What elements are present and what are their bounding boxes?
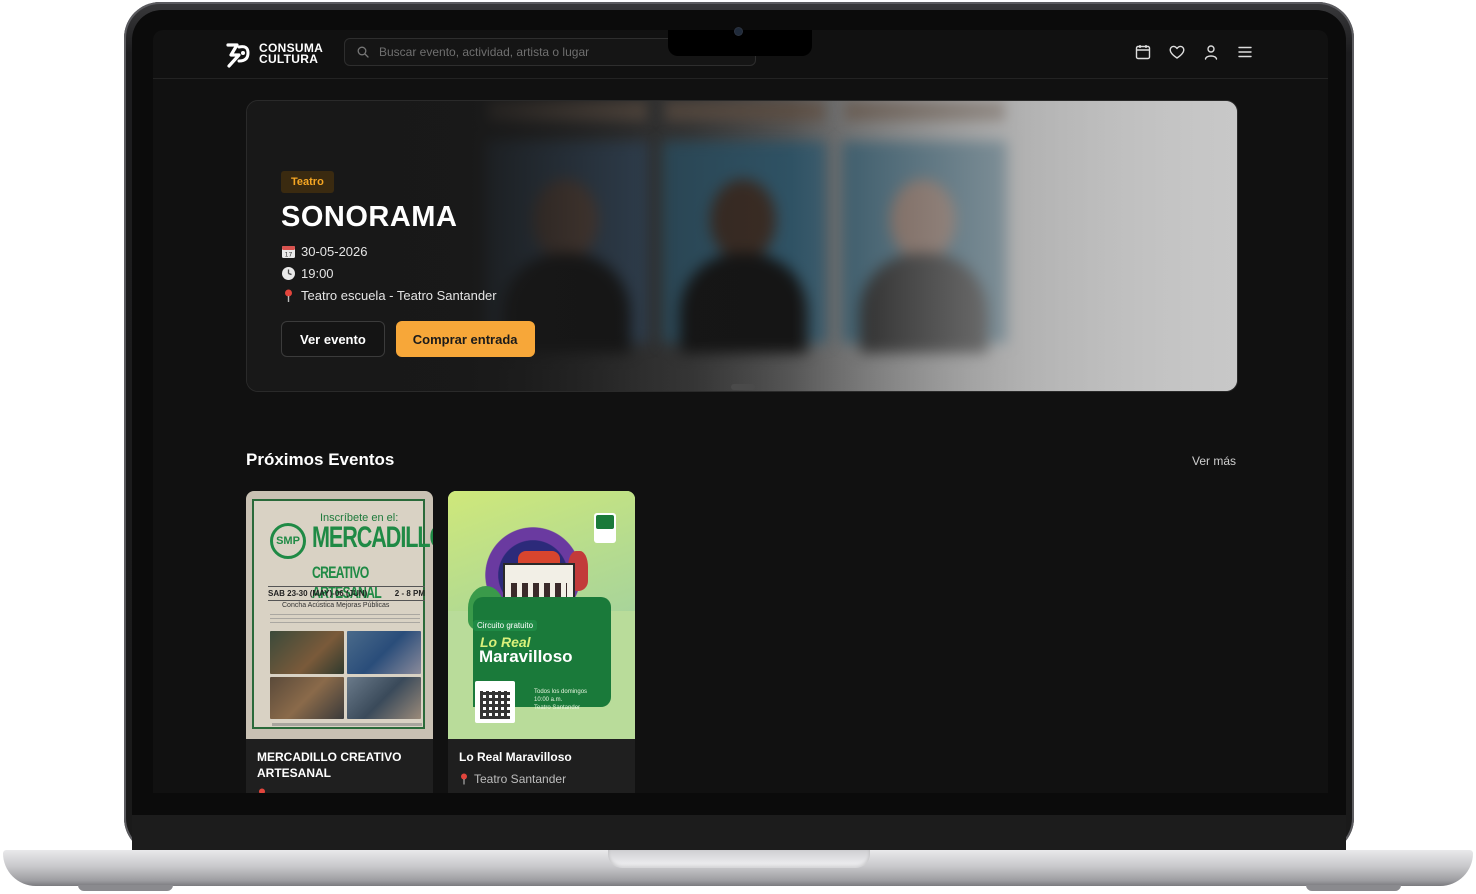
- poster-photo: [347, 631, 421, 674]
- hero-banner[interactable]: Teatro SONORAMA 17 30-05-2026 19:00 Teat…: [246, 100, 1238, 392]
- poster-photos: [270, 631, 421, 719]
- event-card[interactable]: Circuito gratuito Lo Real Maravilloso To…: [448, 491, 635, 793]
- section-title: Próximos Eventos: [246, 450, 395, 469]
- logo-line-2: CULTURA: [259, 52, 319, 66]
- header-actions: [1134, 43, 1254, 61]
- view-event-button[interactable]: Ver evento: [281, 321, 385, 357]
- pin-icon: [285, 289, 292, 302]
- poster-title-bottom: Maravilloso: [479, 647, 573, 666]
- user-icon[interactable]: [1202, 43, 1220, 61]
- logo-text: CONSUMA CULTURA: [259, 42, 323, 66]
- laptop-foot-right: [1306, 885, 1401, 891]
- event-card-title: Lo Real Maravilloso: [459, 750, 572, 764]
- poster-emblem: SMP: [270, 523, 306, 559]
- poster-info: Todos los domingos 10:00 a.m. Teatro San…: [534, 688, 587, 712]
- poster-photo: [270, 676, 344, 719]
- hero-title: SONORAMA: [281, 201, 458, 233]
- poster-photo: [270, 631, 344, 674]
- hero-date: 17 30-05-2026: [281, 244, 535, 259]
- hero-content: Teatro SONORAMA 17 30-05-2026 19:00 Teat…: [281, 171, 535, 357]
- calendar-icon[interactable]: [1134, 43, 1152, 61]
- carousel-indicator[interactable]: [731, 384, 755, 390]
- buy-ticket-button[interactable]: Comprar entrada: [395, 321, 535, 357]
- event-card-location: Teatro Santander: [459, 772, 566, 786]
- poster-chip: Circuito gratuito: [473, 620, 538, 631]
- calendar-emoji-icon: 17: [282, 246, 295, 259]
- poster-footer: [272, 723, 422, 726]
- event-poster: Circuito gratuito Lo Real Maravilloso To…: [448, 491, 635, 739]
- hero-time: 19:00: [281, 266, 535, 281]
- logo-mark-icon: [226, 43, 250, 68]
- hero-actions: Ver evento Comprar entrada: [281, 321, 535, 357]
- poster-logo: [594, 513, 616, 543]
- poster-big-title: MERCADILLO: [312, 521, 433, 554]
- category-badge: Teatro: [281, 171, 334, 193]
- event-card[interactable]: SMP Inscríbete en el: MERCADILLO CREATIV…: [246, 491, 433, 793]
- poster-info-line: Teatro Santander: [534, 705, 581, 711]
- poster-date-text: SAB 23-30 (MAY)-06 (JUN): [268, 589, 368, 598]
- clock-icon: [282, 267, 295, 280]
- heart-icon[interactable]: [1168, 43, 1186, 61]
- screen-chin: [132, 815, 1346, 852]
- hero-location-text: Teatro escuela - Teatro Santander: [301, 288, 497, 303]
- hero-time-text: 19:00: [301, 266, 334, 281]
- screen: CONSUMA CULTURA Buscar evento, actividad…: [153, 30, 1328, 793]
- see-more-link[interactable]: Ver más: [1192, 454, 1236, 468]
- poster-info-line: Todos los domingos: [534, 689, 588, 695]
- poster-place: Concha Acústica Mejoras Públicas: [282, 602, 390, 609]
- poster-body-text: [270, 614, 420, 624]
- event-card-location: [257, 788, 267, 793]
- svg-text:17: 17: [285, 252, 293, 259]
- menu-icon[interactable]: [1236, 43, 1254, 61]
- poster-hours-text: 2 - 8 PM: [394, 589, 425, 598]
- poster-photo: [347, 676, 421, 719]
- site-logo[interactable]: CONSUMA CULTURA: [223, 39, 323, 69]
- camera-icon: [735, 28, 742, 35]
- event-card-location-text: Teatro Santander: [474, 772, 567, 786]
- laptop-foot-left: [78, 885, 173, 891]
- poster-dates: SAB 23-30 (MAY)-06 (JUN) 2 - 8 PM: [268, 586, 425, 601]
- hero-location: Teatro escuela - Teatro Santander: [281, 288, 535, 303]
- hero-date-text: 30-05-2026: [301, 244, 368, 259]
- laptop-base-notch: [608, 850, 870, 868]
- event-card-title: MERCADILLO CREATIVO ARTESANAL: [257, 750, 402, 780]
- pin-icon: [461, 773, 467, 785]
- qr-code: [475, 681, 515, 723]
- poster-frame: SMP Inscríbete en el: MERCADILLO CREATIV…: [252, 499, 433, 729]
- poster-info-line: 10:00 a.m.: [534, 697, 563, 703]
- event-poster: SMP Inscríbete en el: MERCADILLO CREATIV…: [246, 491, 433, 739]
- pin-icon: [259, 788, 265, 793]
- search-icon: [357, 46, 369, 58]
